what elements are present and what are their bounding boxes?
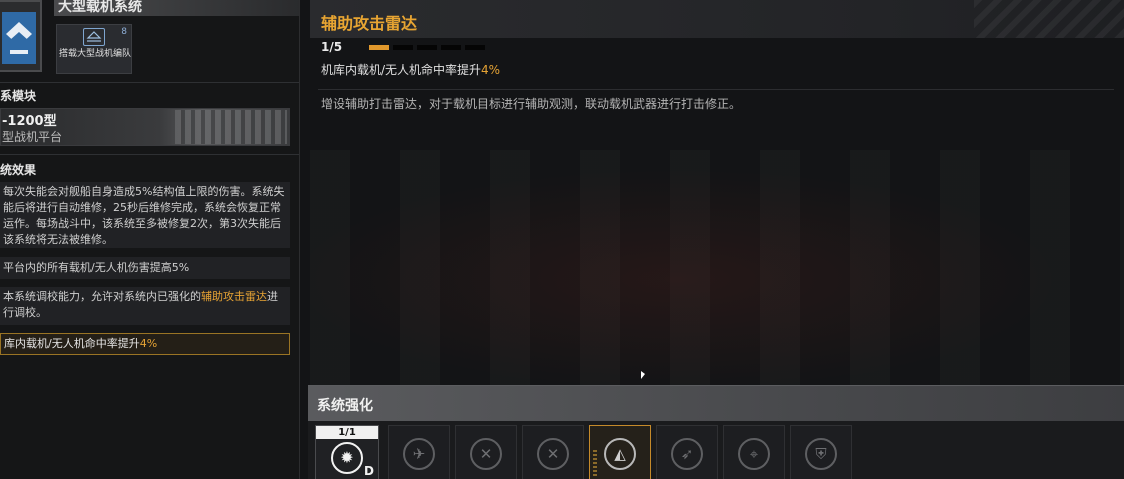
detail-title: 辅助攻击雷达 xyxy=(321,14,418,33)
enhance-slot[interactable]: ✕ xyxy=(455,425,517,479)
fighter-wrench-icon: ✈ xyxy=(403,438,435,470)
fighter-arrow-icon: ➶ xyxy=(671,438,703,470)
effects-heading: 统效果 xyxy=(0,163,37,177)
enhance-slot[interactable]: ⛨ xyxy=(790,425,852,479)
divider xyxy=(0,82,299,83)
stat-label: 机库内载机/无人机命中率提升 xyxy=(321,63,482,77)
module-name: -1200型 xyxy=(2,114,57,129)
divider xyxy=(318,89,1114,90)
drone-x-icon: ✕ xyxy=(470,438,502,470)
background-scene xyxy=(310,150,1124,385)
detail-description: 增设辅助打击雷达，对于载机目标进行辅助观测，联动载机武器进行打击修正。 xyxy=(321,97,742,111)
enhance-main-slot[interactable]: 1/1 ✹ D xyxy=(315,425,379,479)
effect-highlight: 辅助攻击雷达 xyxy=(201,290,267,303)
level-segment xyxy=(441,45,461,50)
detail-stat: 机库内载机/无人机命中率提升4% xyxy=(321,61,500,78)
effect-text: 每次失能会对舰船自身造成5%结构值上限的伤害。系统失能后将进行自动维修，25秒后… xyxy=(3,185,285,246)
mouse-cursor xyxy=(641,371,645,379)
effect-item: 每次失能会对舰船自身造成5%结构值上限的伤害。系统失能后将进行自动维修，25秒后… xyxy=(0,182,290,248)
detail-header xyxy=(310,0,1124,38)
slot-gauge xyxy=(593,450,597,478)
enhance-header xyxy=(308,386,1124,421)
divider xyxy=(0,154,299,155)
flame-emblem-icon: ✹ xyxy=(331,442,363,474)
module-art-image xyxy=(175,110,287,144)
enhance-slot[interactable]: ➶ xyxy=(656,425,718,479)
enhance-slot[interactable]: ⌖ xyxy=(723,425,785,479)
hangar-formation-tile[interactable]: 8 搭载大型战机编队 xyxy=(56,24,132,74)
system-icon-frame[interactable] xyxy=(0,0,42,72)
radar-dome-icon: ◭ xyxy=(604,438,636,470)
effect-item-selected[interactable]: 库内载机/无人机命中率提升4% xyxy=(0,333,290,355)
header-stripes xyxy=(974,0,1124,38)
effect-text: 平台内的所有载机/无人机伤害提高5% xyxy=(3,261,190,274)
system-info-panel: 大型载机系统 8 搭载大型战机编队 系模块 -1200型 型战机平台 统效果 每… xyxy=(0,0,300,479)
slot-level: 1/1 xyxy=(316,426,378,439)
slot-grade: D xyxy=(364,464,374,478)
level-segment xyxy=(393,45,413,50)
enhance-title: 系统强化 xyxy=(317,398,373,414)
level-segment xyxy=(465,45,485,50)
stat-value: 4% xyxy=(481,63,501,77)
effect-text: 库内载机/无人机命中率提升 xyxy=(4,337,140,350)
effect-item: 本系统调校能力，允许对系统内已强化的辅助攻击雷达进行调校。 xyxy=(0,287,290,325)
carrier-system-icon xyxy=(2,12,36,64)
effect-text: 本系统调校能力，允许对系统内已强化的 xyxy=(3,290,201,303)
level-indicator: 1/5 xyxy=(321,40,343,54)
hangar-icon xyxy=(83,28,105,46)
enhance-slot[interactable]: ◭ xyxy=(589,425,651,479)
level-segment xyxy=(417,45,437,50)
drone-x-icon: ✕ xyxy=(537,438,569,470)
hangar-tile-label: 搭载大型战机编队 xyxy=(59,49,132,59)
effect-highlight: 4% xyxy=(139,337,158,350)
signal-tower-icon: ⌖ xyxy=(738,438,770,470)
system-title: 大型载机系统 xyxy=(58,0,142,15)
module-subtitle: 型战机平台 xyxy=(2,130,63,144)
enhance-slot[interactable]: ✈ xyxy=(388,425,450,479)
screen: 大型载机系统 8 搭载大型战机编队 系模块 -1200型 型战机平台 统效果 每… xyxy=(0,0,1124,479)
shield-gear-icon: ⛨ xyxy=(805,438,837,470)
level-segment xyxy=(369,45,389,50)
enhance-slot[interactable]: ✕ xyxy=(522,425,584,479)
hangar-count: 8 xyxy=(121,27,127,37)
module-heading: 系模块 xyxy=(0,89,37,103)
effect-item: 平台内的所有载机/无人机伤害提高5% xyxy=(0,257,290,279)
